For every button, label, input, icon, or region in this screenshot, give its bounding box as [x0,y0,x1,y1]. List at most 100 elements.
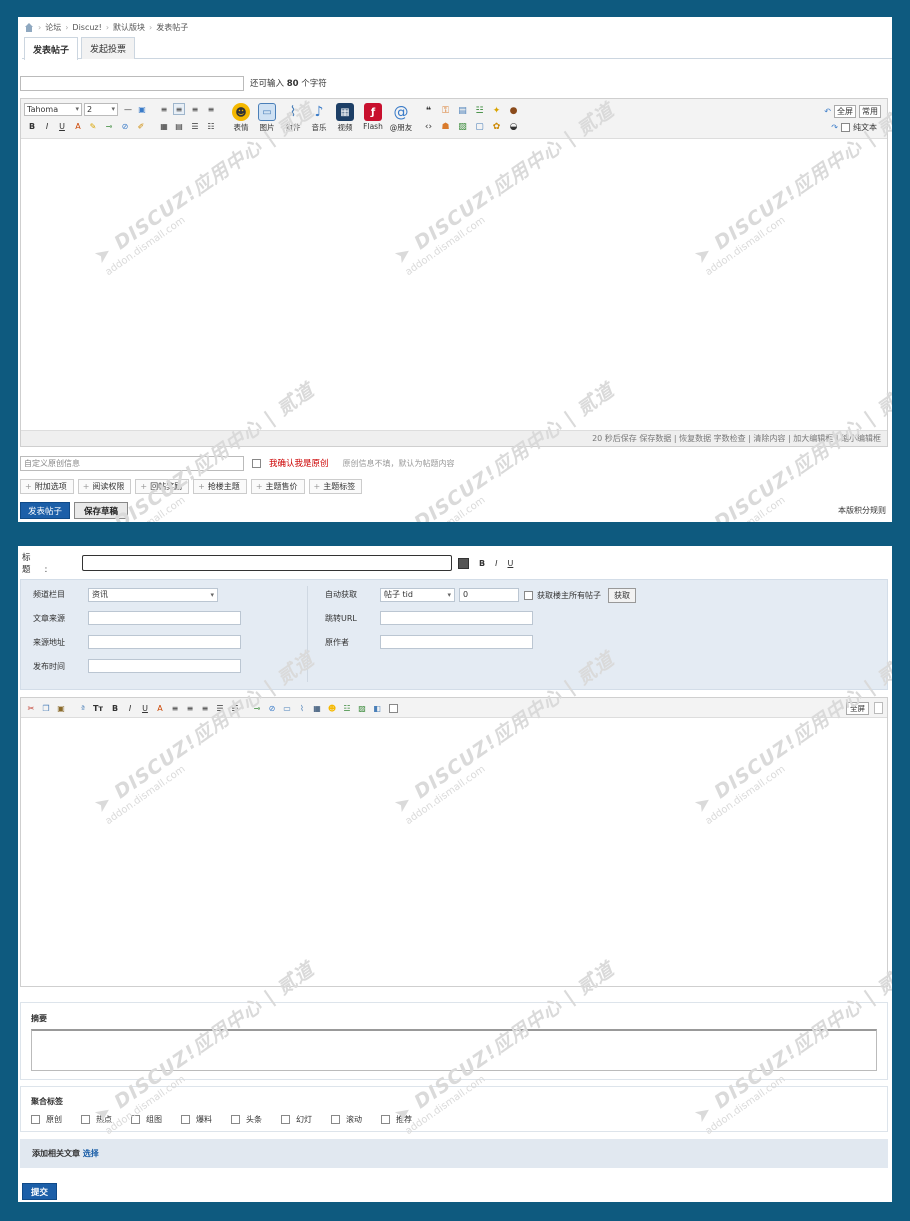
tab-new-thread[interactable]: 发表帖子 [24,37,79,60]
emoticon-button[interactable]: ☻ 表情 [227,103,255,133]
breadcrumb-item[interactable]: Discuz! [72,23,101,32]
quote-icon[interactable]: ❝ [423,105,434,116]
common-button[interactable]: 常用 [859,105,881,118]
option-thread-tags[interactable]: + 主题标签 [308,479,363,494]
editor-content-area[interactable] [21,139,887,430]
download-icon[interactable]: ◧ [371,702,383,714]
tag-option[interactable]: 滚动 [331,1114,367,1125]
music-button[interactable]: ♪ 音乐 [305,103,333,133]
select-related-link[interactable]: 选择 [83,1149,99,1158]
underline-icon[interactable]: U [56,120,68,132]
credit-rules-link[interactable]: 本版积分规则 [838,505,886,516]
bold-icon[interactable]: B [109,702,121,714]
submit-button[interactable]: 提交 [22,1183,58,1200]
unordered-list-icon[interactable]: ☷ [205,120,217,132]
free-content-icon[interactable]: ▤ [457,105,468,116]
fullscreen-button[interactable]: 全屏 [846,702,869,715]
redo-icon[interactable]: ↷ [831,123,838,132]
tag-option[interactable]: 幻灯 [281,1114,317,1125]
publish-time-input[interactable] [88,659,241,673]
align-center-icon[interactable]: ≡ [189,103,201,115]
option-thread-price[interactable]: + 主题售价 [250,479,305,494]
article-content-area[interactable] [21,718,887,986]
channel-select[interactable]: 资讯 [88,588,218,602]
film-icon[interactable]: ▦ [311,702,323,714]
breadcrumb-item[interactable]: 论坛 [45,22,61,33]
font-color-icon[interactable]: A [72,120,84,132]
cut-icon[interactable]: ✂ [25,702,37,714]
summary-textarea[interactable] [31,1029,877,1071]
title-bold-button[interactable]: B [479,559,485,568]
breadcrumb-item[interactable]: 默认版块 [113,22,145,33]
tag-option[interactable]: 推荐 [381,1114,417,1125]
align-right-icon[interactable]: ≡ [199,702,211,714]
original-confirm-checkbox[interactable] [252,458,261,468]
copy-icon[interactable]: ❐ [40,702,52,714]
subject-input[interactable] [20,75,244,91]
toggle-checkbox[interactable] [387,702,399,714]
link-icon[interactable]: ⊸ [251,702,263,714]
font-color-icon[interactable]: A [154,702,166,714]
italic-icon[interactable]: I [124,702,136,714]
unlink-icon[interactable]: ⊘ [119,120,131,132]
flash-button[interactable]: ƒ Flash [359,103,387,131]
page-icon[interactable]: ▢ [474,121,485,132]
clear-format-icon[interactable]: ✐ [135,120,147,132]
tag-option[interactable]: 原创 [31,1114,67,1125]
highlight-icon[interactable]: ✎ [87,120,99,132]
float-right-icon[interactable]: ▤ [173,120,185,132]
align-center-icon[interactable]: ≡ [184,702,196,714]
original-author-input[interactable] [380,635,533,649]
font-size-icon[interactable]: Tт [92,702,104,714]
mention-button[interactable]: @ @朋友 [387,103,415,133]
save-draft-button[interactable]: 保存草稿 [74,502,129,519]
paste-icon[interactable]: ▣ [55,702,67,714]
source-url-input[interactable] [88,635,241,649]
tab-new-poll[interactable]: 发起投票 [81,37,136,59]
horizontal-rule-icon[interactable]: — [122,103,134,115]
tag-option[interactable]: 组图 [131,1114,167,1125]
editor-status-bar[interactable]: 20 秒后保存 保存数据 | 恢复数据 字数检查 | 清除内容 | 加大编辑框 … [21,430,887,446]
source-input[interactable] [88,611,241,625]
smiley-icon[interactable]: ☻ [326,702,338,714]
code-icon[interactable]: ‹› [423,121,434,132]
publish-button[interactable]: 发表帖子 [20,502,71,519]
title-color-picker[interactable] [458,557,469,569]
font-icon[interactable]: ª [77,702,89,714]
hide-content-icon[interactable]: ⚿ [440,105,451,116]
float-left-icon[interactable]: ≡ [158,103,170,115]
home-icon[interactable] [24,22,34,32]
align-left-icon[interactable]: ≡ [169,702,181,714]
tag-option[interactable]: 头条 [231,1114,267,1125]
link-icon[interactable]: ⊸ [103,120,115,132]
source-view-icon[interactable] [874,702,883,714]
tag-option[interactable]: 热点 [81,1114,117,1125]
align-right-icon[interactable]: ≡ [205,103,217,115]
table-icon[interactable]: ▦ [158,120,170,132]
page-break-icon[interactable]: ☳ [341,702,353,714]
original-info-input[interactable]: 自定义原创信息 [20,455,244,471]
option-reply-reward[interactable]: + 回帖奖励 [135,479,190,494]
unordered-list-icon[interactable]: ☷ [229,702,241,714]
option-read-permission[interactable]: + 阅读权限 [77,479,132,494]
bold-icon[interactable]: B [26,120,38,132]
tag-option[interactable]: 爆料 [181,1114,217,1125]
lock-icon[interactable]: ☗ [440,121,451,132]
auto-fetch-id-input[interactable]: 0 [459,588,519,602]
gallery-icon[interactable]: ▨ [457,121,468,132]
qq-penguin-icon[interactable]: ◒ [508,121,519,132]
pin-icon[interactable]: ✦ [491,105,502,116]
auto-fetch-type-select[interactable]: 帖子 tid [380,588,455,602]
align-left-icon[interactable]: ≡ [173,103,185,115]
image-button[interactable]: ▭ 图片 [253,103,281,133]
italic-icon[interactable]: I [41,120,53,132]
title-input[interactable] [82,555,452,571]
jump-url-input[interactable] [380,611,533,625]
fullscreen-button[interactable]: 全屏 [834,105,856,118]
image-icon[interactable]: ▭ [281,702,293,714]
fetch-button[interactable]: 获取 [608,588,636,603]
ordered-list-icon[interactable]: ☰ [189,120,201,132]
ordered-list-icon[interactable]: ☰ [214,702,226,714]
flower-icon[interactable]: ✿ [491,121,502,132]
background-icon[interactable]: ▣ [136,103,148,115]
